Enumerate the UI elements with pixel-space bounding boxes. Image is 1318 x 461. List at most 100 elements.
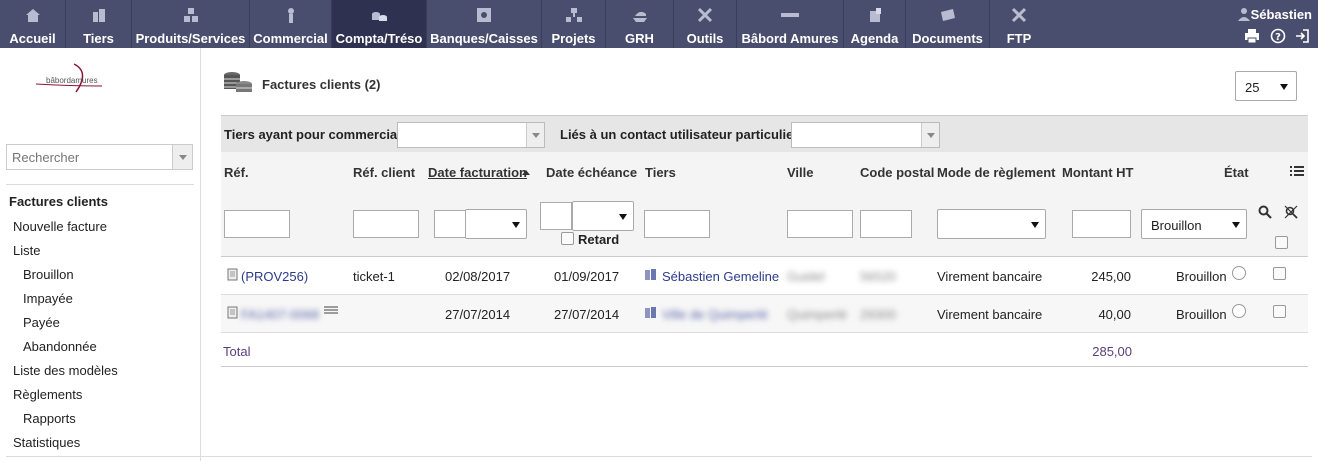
invoice-ref-link[interactable]: FA1407-0068 [241,307,319,322]
clear-search-icon[interactable] [1284,205,1298,219]
search-ref-input[interactable] [224,210,290,238]
user-icon[interactable] [1238,7,1250,21]
menu-statistiques[interactable]: Statistiques [13,435,80,450]
logo-text: bâbordamures [46,76,98,85]
nav-item-ftp[interactable]: FTP [990,0,1048,48]
search-input[interactable] [7,145,173,169]
logout-icon[interactable] [1294,28,1310,44]
table-header-row: Réf. Réf. client Date facturation Date é… [221,152,1308,189]
search-dropdown-arrow-icon[interactable] [172,145,192,169]
safe-icon [477,8,491,22]
chevron-down-icon [512,222,520,228]
menu-rapports[interactable]: Rapports [23,411,76,426]
tools-icon [1011,7,1027,23]
menu-liste[interactable]: Liste [13,243,40,258]
nav-label: Commercial [253,31,328,46]
nav-item-commercial[interactable]: Commercial [250,0,332,48]
column-list-icon[interactable] [1290,166,1304,176]
search-ref-client-input[interactable] [353,210,419,238]
col-zip[interactable]: Code postal [860,165,934,180]
menu-liste-des-modeles[interactable]: Liste des modèles [13,363,118,378]
invoice-doc-icon [227,306,238,319]
ruler-icon [781,13,799,17]
search-due-month-select[interactable] [572,201,634,231]
nav-item-projets[interactable]: Projets [542,0,606,48]
menu-abandonnee[interactable]: Abandonnée [23,339,97,354]
menu-reglements[interactable]: Règlements [13,387,82,402]
col-ref-client[interactable]: Réf. client [353,165,415,180]
row-select-checkbox[interactable] [1273,305,1286,318]
nav-item-accueil[interactable]: Accueil [0,0,66,48]
nav-item-babord-amures[interactable]: Bâbord Amures [737,0,844,48]
search-thirdparty-input[interactable] [644,210,710,238]
contact-filter-label: Liés à un contact utilisateur particulie… [560,127,803,142]
col-ref[interactable]: Réf. [224,165,249,180]
note-lines-icon[interactable] [324,306,338,314]
help-icon[interactable]: ? [1270,28,1286,44]
invoice-date: 02/08/2017 [445,269,511,284]
folder-icon [940,9,955,21]
nav-item-produits-services[interactable]: Produits/Services [132,0,250,48]
chevron-down-icon [1280,84,1288,90]
total-label: Total [223,344,251,359]
menu-nouvelle-facture[interactable]: Nouvelle facture [13,219,107,234]
filter-bar: Tiers ayant pour commercial: Liés à un c… [221,115,1308,152]
invoice-ref-link[interactable]: (PROV256) [241,269,308,284]
col-town[interactable]: Ville [787,165,814,180]
search-amount-input[interactable] [1072,210,1131,238]
top-menu-bar: Accueil Tiers Produits/Services Commerci… [0,0,1318,48]
nav-item-outils[interactable]: Outils [674,0,737,48]
nav-item-grh[interactable]: GRH [606,0,674,48]
col-status[interactable]: État [1224,165,1249,180]
thirdparty-link[interactable]: Ville de Quimperlé [662,307,768,322]
search-due-day-input[interactable] [540,202,572,230]
payment-mode: Virement bancaire [937,307,1043,322]
row-select-checkbox[interactable] [1273,267,1286,280]
select-all-checkbox[interactable] [1275,236,1288,249]
thirdparty-building-icon [645,307,656,318]
user-name[interactable]: Sébastien [1251,7,1312,22]
nav-item-agenda[interactable]: Agenda [844,0,906,48]
nav-label: Produits/Services [135,31,246,46]
late-checkbox[interactable] [561,232,574,245]
search-status-select[interactable]: Brouillon [1141,209,1247,239]
search-payment-mode-select[interactable] [937,209,1046,239]
col-date-invoice[interactable]: Date facturation [428,165,527,180]
search-invoice-day-input[interactable] [434,210,466,238]
invoice-status: Brouillon [1176,307,1227,322]
sales-rep-filter-select[interactable] [397,122,545,148]
contact-filter-select[interactable] [791,122,940,148]
col-date-due[interactable]: Date échéance [546,165,637,180]
menu-impayee[interactable]: Impayée [23,291,73,306]
table-search-row: Retard Brouillon [221,189,1308,257]
sidebar-separator [6,184,194,185]
invoice-status: Brouillon [1176,269,1227,284]
nav-item-documents[interactable]: Documents [906,0,990,48]
thirdparty-building-icon [645,269,656,280]
search-icon[interactable] [1258,205,1272,219]
col-payment-mode[interactable]: Mode de règlement [937,165,1055,180]
search-town-input[interactable] [787,210,853,238]
chevron-down-icon [1232,222,1240,228]
invoice-due-date: 01/09/2017 [554,269,620,284]
menu-factures-clients[interactable]: Factures clients [9,194,108,209]
page-limit-select[interactable]: 25 [1235,71,1297,101]
menu-payee[interactable]: Payée [23,315,60,330]
thirdparty-link[interactable]: Sébastien Gemeline [662,269,779,284]
table-row: (PROV256) ticket-1 02/08/2017 01/09/2017… [221,257,1308,295]
nav-item-banques-caisses[interactable]: Banques/Caisses [427,0,542,48]
search-invoice-month-select[interactable] [465,209,527,239]
search-combo[interactable] [6,144,193,170]
print-icon[interactable] [1244,28,1260,44]
nav-item-tiers[interactable]: Tiers [66,0,132,48]
menu-brouillon[interactable]: Brouillon [23,267,74,282]
nav-label: Accueil [9,31,56,46]
table-row: FA1407-0068 27/07/2014 27/07/2014 Ville … [221,295,1308,333]
agenda-icon [869,8,881,22]
search-zip-input[interactable] [860,210,912,238]
col-thirdparty[interactable]: Tiers [645,165,676,180]
status-draft-icon [1232,304,1246,318]
nav-item-compta-treso[interactable]: Compta/Tréso [332,0,427,48]
sort-asc-icon[interactable] [522,169,530,175]
col-amount[interactable]: Montant HT [1062,165,1133,180]
